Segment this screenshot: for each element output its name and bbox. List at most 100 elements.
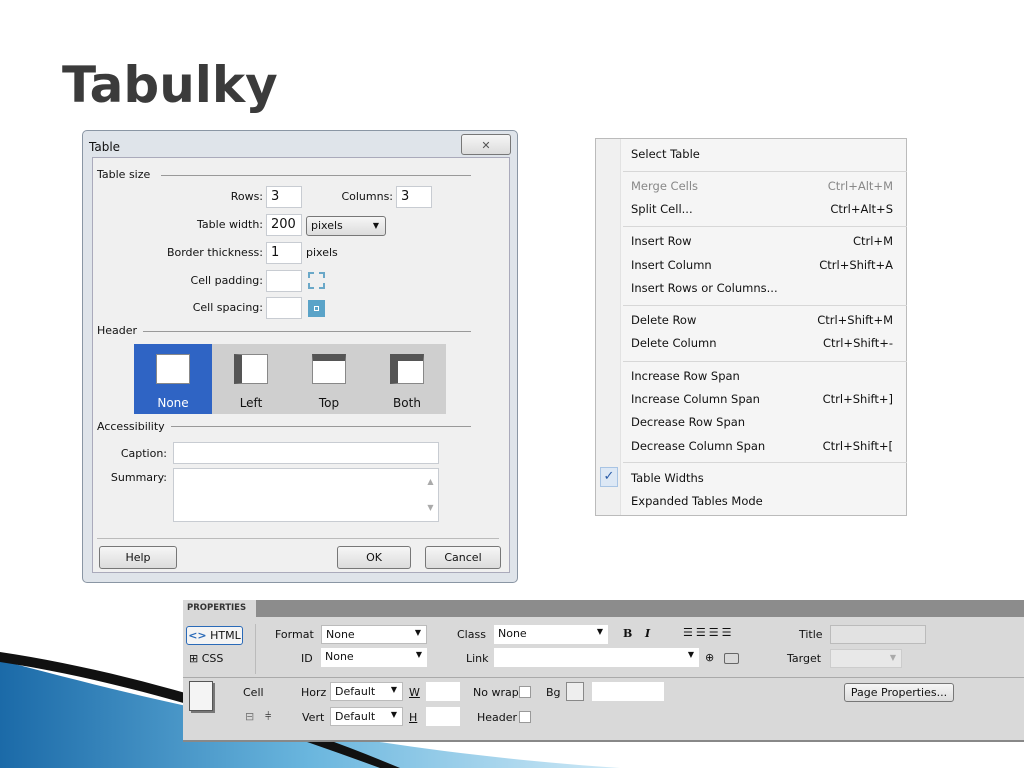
bold-button[interactable]: B <box>623 627 632 640</box>
caption-input[interactable] <box>173 442 439 464</box>
width-unit-select[interactable]: pixels ▼ <box>306 216 386 236</box>
menu-item-shortcut: Ctrl+Shift+M <box>817 313 893 327</box>
slide-title: Tabulky <box>62 56 278 114</box>
menu-item[interactable]: Delete Column Ctrl+Shift+- <box>631 333 893 353</box>
height-input[interactable] <box>426 707 460 726</box>
columns-input[interactable]: 3 <box>396 186 432 208</box>
vert-select[interactable]: Default ▼ <box>330 707 403 726</box>
id-select[interactable]: None ▼ <box>321 648 427 667</box>
bg-color-swatch[interactable] <box>566 682 584 701</box>
header-none-button[interactable]: None <box>134 344 212 414</box>
border-unit: pixels <box>306 246 338 259</box>
menu-separator <box>623 226 907 227</box>
menu-item[interactable]: Merge Cells Ctrl+Alt+M <box>631 176 893 196</box>
chevron-down-icon: ▼ <box>414 628 421 637</box>
table-top-icon <box>312 354 346 384</box>
table-size-legend: Table size <box>97 168 151 181</box>
w-label: W <box>409 686 420 699</box>
italic-button[interactable]: I <box>645 627 650 640</box>
header-option-label: Left <box>239 396 263 410</box>
folder-icon[interactable] <box>724 653 739 664</box>
format-select[interactable]: None ▼ <box>321 625 427 644</box>
menu-item-label: Insert Column <box>631 258 712 272</box>
header-both-button[interactable]: Both <box>368 344 446 414</box>
target-select[interactable]: ▼ <box>830 649 902 668</box>
html-mode-button[interactable]: <> HTML <box>186 626 243 645</box>
menu-item-label: Increase Column Span <box>631 392 760 406</box>
menu-item[interactable]: Increase Row Span <box>631 366 893 386</box>
menu-item[interactable]: Insert Rows or Columns... <box>631 278 893 298</box>
help-button[interactable]: Help <box>99 546 177 569</box>
point-to-file-icon[interactable]: ⊕ <box>705 651 714 664</box>
menu-separator <box>623 305 907 306</box>
list-indent-buttons[interactable]: ☰☰☰☰ <box>683 626 735 639</box>
menu-item-shortcut: Ctrl+Alt+M <box>827 179 893 193</box>
page-properties-button[interactable]: Page Properties... <box>844 683 954 702</box>
summary-textarea[interactable] <box>173 468 439 522</box>
format-value: None <box>326 628 355 641</box>
menu-item[interactable]: Delete Row Ctrl+Shift+M <box>631 310 893 330</box>
header-checkbox[interactable] <box>519 711 531 723</box>
menu-item-label: Insert Row <box>631 234 692 248</box>
menu-item[interactable]: Decrease Column Span Ctrl+Shift+[ <box>631 436 893 456</box>
horz-value: Default <box>335 685 376 698</box>
chevron-down-icon: ▼ <box>687 650 694 659</box>
menu-separator <box>623 462 907 463</box>
cell-icon <box>189 681 213 711</box>
border-input[interactable]: 1 <box>266 242 302 264</box>
unordered-list-icon: ☰ <box>683 626 696 639</box>
header-left-button[interactable]: Left <box>212 344 290 414</box>
css-icon: ⊞ <box>189 652 199 665</box>
menu-item[interactable]: Select Table <box>631 144 893 164</box>
menu-item[interactable]: Insert Row Ctrl+M <box>631 231 893 251</box>
menu-item-shortcut: Ctrl+M <box>852 234 893 248</box>
nowrap-checkbox[interactable] <box>519 686 531 698</box>
ordered-list-icon: ☰ <box>695 626 709 639</box>
menu-item-label: Insert Rows or Columns... <box>631 281 778 295</box>
menu-item-shortcut: Ctrl+Shift+] <box>822 392 893 406</box>
width-input[interactable]: 200 <box>266 214 302 236</box>
padding-label: Cell padding: <box>190 274 263 287</box>
border-label: Border thickness: <box>166 246 263 259</box>
tab-properties[interactable]: PROPERTIES <box>183 600 256 617</box>
title-label: Title <box>799 628 823 641</box>
chevron-down-icon: ▼ <box>372 221 379 230</box>
class-select[interactable]: None ▼ <box>494 625 608 644</box>
spacing-input[interactable] <box>266 297 302 319</box>
ok-button[interactable]: OK <box>337 546 411 569</box>
menu-item[interactable]: Expanded Tables Mode <box>631 491 893 511</box>
close-button[interactable]: ✕ <box>461 134 511 155</box>
title-input[interactable] <box>830 625 926 644</box>
menu-item-shortcut: Ctrl+Shift+[ <box>822 439 893 453</box>
menu-item-label: Expanded Tables Mode <box>631 494 763 508</box>
summary-label: Summary: <box>110 471 167 484</box>
header-legend: Header <box>97 324 138 337</box>
split-cell-icon[interactable]: ⫩ <box>265 710 271 724</box>
chevron-down-icon: ▼ <box>596 627 603 636</box>
divider <box>171 426 471 427</box>
width-input[interactable] <box>426 682 460 701</box>
class-value: None <box>498 627 527 640</box>
menu-item[interactable]: Decrease Row Span <box>631 412 893 432</box>
menu-item[interactable]: Insert Column Ctrl+Shift+A <box>631 255 893 275</box>
bg-label: Bg <box>546 686 561 699</box>
header-top-button[interactable]: Top <box>290 344 368 414</box>
cancel-button[interactable]: Cancel <box>425 546 501 569</box>
menu-item[interactable]: Table Widths <box>631 468 893 488</box>
link-input[interactable]: ▼ <box>494 648 699 667</box>
menu-item-label: Split Cell... <box>631 202 693 216</box>
merge-cells-icon[interactable]: ⊟ <box>245 710 254 723</box>
summary-scrollbar[interactable]: ▲ ▼ <box>423 469 438 521</box>
padding-input[interactable] <box>266 270 302 292</box>
css-mode-button[interactable]: ⊞ CSS <box>189 652 223 665</box>
table-dialog: Table ✕ Table size Rows: 3 Columns: 3 Ta… <box>82 130 518 583</box>
rows-input[interactable]: 3 <box>266 186 302 208</box>
width-label: Table width: <box>197 218 263 231</box>
chevron-down-icon: ▼ <box>415 650 422 659</box>
chevron-down-icon: ▼ <box>390 685 397 694</box>
cell-padding-icon <box>308 272 325 289</box>
bg-color-input[interactable] <box>592 682 664 701</box>
menu-item[interactable]: Split Cell... Ctrl+Alt+S <box>631 199 893 219</box>
horz-select[interactable]: Default ▼ <box>330 682 403 701</box>
menu-item[interactable]: Increase Column Span Ctrl+Shift+] <box>631 389 893 409</box>
